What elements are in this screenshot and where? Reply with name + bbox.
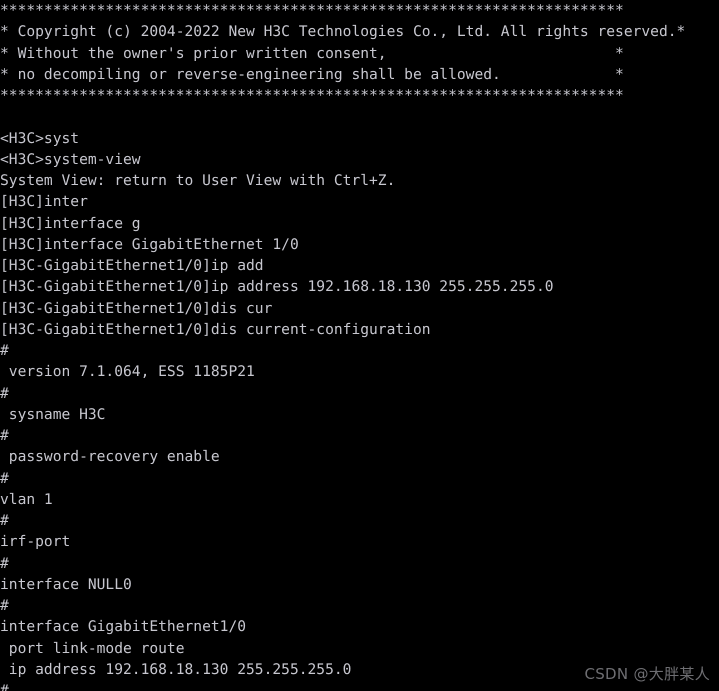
console-line: ip address 192.168.18.130 255.255.255.0	[0, 660, 352, 678]
console-line: version 7.1.064, ESS 1185P21	[0, 363, 255, 381]
console-line: <H3C>syst	[0, 129, 80, 147]
console-line: * no decompiling or reverse-engineering …	[0, 65, 624, 83]
console-line: #	[0, 384, 9, 402]
console-output[interactable]: ****************************************…	[0, 0, 719, 691]
console-line: [H3C-GigabitEthernet1/0]ip address 192.1…	[0, 278, 554, 296]
console-line: [H3C]interface g	[0, 214, 141, 232]
console-line: [H3C]interface GigabitEthernet 1/0	[0, 235, 299, 253]
console-line: ****************************************…	[0, 2, 624, 19]
console-line: irf-port	[0, 533, 71, 551]
console-line: #	[0, 597, 9, 614]
console-line: #	[0, 469, 9, 487]
console-line: [H3C-GigabitEthernet1/0]dis current-conf…	[0, 320, 431, 338]
console-line: * Without the owner's prior written cons…	[0, 44, 624, 62]
console-line: [H3C]inter	[0, 193, 88, 211]
terminal-cursor	[10, 674, 19, 691]
console-line: interface GigabitEthernet1/0	[0, 618, 247, 636]
console-line: * Copyright (c) 2004-2022 New H3C Techno…	[0, 23, 686, 41]
console-line: #	[0, 512, 9, 529]
console-line: port link-mode route	[0, 639, 185, 657]
console-line: <H3C>system-view	[0, 150, 141, 168]
console-line: vlan 1	[0, 490, 53, 508]
console-line: password-recovery enable	[0, 448, 220, 466]
console-line: #	[0, 682, 9, 691]
console-line: [H3C-GigabitEthernet1/0]dis cur	[0, 299, 273, 317]
terminal-window[interactable]: ****************************************…	[0, 0, 719, 691]
console-line: interface NULL0	[0, 575, 132, 593]
console-line: System View: return to User View with Ct…	[0, 172, 396, 189]
console-line: [H3C-GigabitEthernet1/0]ip add	[0, 257, 264, 274]
console-line: #	[0, 554, 9, 572]
console-line: sysname H3C	[0, 405, 106, 423]
console-line: #	[0, 342, 9, 359]
console-line: ****************************************…	[0, 87, 624, 104]
console-line: #	[0, 427, 9, 444]
